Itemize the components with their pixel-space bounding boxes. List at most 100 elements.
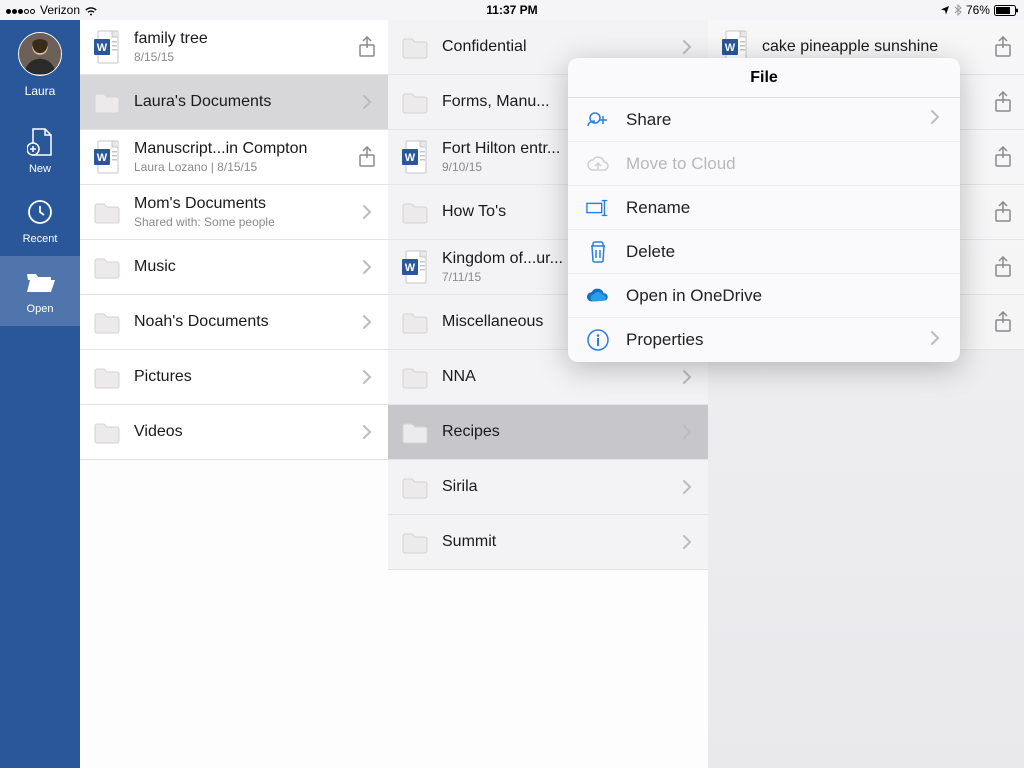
row-title: Laura's Documents	[134, 93, 344, 111]
folder-icon	[92, 417, 122, 447]
file-row[interactable]: Manuscript...in Compton Laura Lozano | 8/…	[80, 130, 388, 185]
share-button[interactable]	[992, 256, 1014, 278]
folder-row[interactable]: Noah's Documents	[80, 295, 388, 350]
row-title: Music	[134, 258, 344, 276]
folder-icon	[400, 362, 430, 392]
folder-row[interactable]: Sirila	[388, 460, 708, 515]
popover-item-share[interactable]: Share	[568, 98, 960, 142]
folder-row[interactable]: Videos	[80, 405, 388, 460]
share-button[interactable]	[992, 91, 1014, 113]
popover-item-label: Rename	[626, 198, 942, 218]
chevron-right-icon	[930, 109, 942, 130]
status-bar: Verizon 11:37 PM 76%	[0, 0, 1024, 20]
folder-row[interactable]: Pictures	[80, 350, 388, 405]
share-button[interactable]	[356, 36, 378, 58]
chevron-right-icon	[676, 366, 698, 388]
folder-icon	[92, 252, 122, 282]
row-title: Sirila	[442, 478, 664, 496]
folder-row[interactable]: Summit	[388, 515, 708, 570]
row-subtitle: 8/15/15	[134, 50, 344, 64]
onedrive-icon	[586, 284, 610, 308]
word-doc-icon	[92, 32, 122, 62]
nav-open-label: Open	[27, 303, 54, 315]
folder-row[interactable]: Mom's Documents Shared with: Some people	[80, 185, 388, 240]
row-title: NNA	[442, 368, 664, 386]
row-subtitle: Shared with: Some people	[134, 215, 344, 229]
chevron-right-icon	[676, 36, 698, 58]
folder-icon	[92, 197, 122, 227]
popover-item-onedrive[interactable]: Open in OneDrive	[568, 274, 960, 318]
folder-row[interactable]: Recipes	[388, 405, 708, 460]
folder-row[interactable]: Music	[80, 240, 388, 295]
wifi-icon	[84, 5, 98, 16]
chevron-right-icon	[356, 366, 378, 388]
word-doc-icon	[400, 252, 430, 282]
popover-item-rename[interactable]: Rename	[568, 186, 960, 230]
popover-item-label: Open in OneDrive	[626, 286, 942, 306]
folder-icon	[400, 417, 430, 447]
new-doc-icon	[25, 127, 55, 157]
folder-icon	[400, 527, 430, 557]
folder-icon	[400, 307, 430, 337]
chevron-right-icon	[356, 91, 378, 113]
clock: 11:37 PM	[343, 3, 680, 17]
share-button[interactable]	[992, 146, 1014, 168]
popover-item-label: Move to Cloud	[626, 154, 942, 174]
battery-percent: 76%	[966, 3, 990, 17]
row-title: Recipes	[442, 423, 664, 441]
row-subtitle: Laura Lozano | 8/15/15	[134, 160, 344, 174]
popover-item-label: Delete	[626, 242, 942, 262]
share-button[interactable]	[992, 311, 1014, 333]
popover-arrow	[958, 208, 960, 228]
column-1: family tree8/15/15 Laura's Documents Manus…	[80, 20, 388, 768]
share-button[interactable]	[992, 201, 1014, 223]
rename-icon	[586, 196, 610, 220]
chevron-right-icon	[356, 256, 378, 278]
popover-item-delete[interactable]: Delete	[568, 230, 960, 274]
word-doc-icon	[92, 142, 122, 172]
chevron-right-icon	[356, 311, 378, 333]
share-button[interactable]	[356, 146, 378, 168]
chevron-right-icon	[356, 201, 378, 223]
nav-open[interactable]: Open	[0, 256, 80, 326]
bluetooth-icon	[954, 4, 962, 16]
nav-new-label: New	[29, 163, 51, 175]
folder-row[interactable]: Laura's Documents	[80, 75, 388, 130]
user-name[interactable]: Laura	[25, 84, 56, 98]
sidebar: Laura New Recent Open	[0, 20, 80, 768]
avatar[interactable]	[18, 32, 62, 76]
folder-icon	[400, 197, 430, 227]
chevron-right-icon	[930, 330, 942, 351]
folder-icon	[400, 87, 430, 117]
open-folder-icon	[25, 267, 55, 297]
nav-recent[interactable]: Recent	[0, 186, 80, 256]
nav-new[interactable]: New	[0, 116, 80, 186]
share-button[interactable]	[992, 36, 1014, 58]
folder-icon	[400, 32, 430, 62]
battery-icon	[994, 5, 1018, 16]
row-title: Noah's Documents	[134, 313, 344, 331]
chevron-right-icon	[676, 531, 698, 553]
word-doc-icon	[400, 142, 430, 172]
location-icon	[940, 5, 950, 15]
info-icon	[586, 328, 610, 352]
file-row[interactable]: family tree8/15/15	[80, 20, 388, 75]
share-icon	[586, 108, 610, 132]
carrier-label: Verizon	[40, 3, 80, 17]
row-title: Mom's Documents	[134, 195, 344, 213]
row-title: Summit	[442, 533, 664, 551]
popover-item-cloud: Move to Cloud	[568, 142, 960, 186]
row-title: cake pineapple sunshine	[762, 38, 980, 56]
popover-item-label: Share	[626, 110, 914, 130]
row-title: Confidential	[442, 38, 664, 56]
clock-icon	[25, 197, 55, 227]
popover-item-info[interactable]: Properties	[568, 318, 960, 362]
folder-icon	[92, 362, 122, 392]
chevron-right-icon	[356, 421, 378, 443]
row-title: Manuscript...in Compton	[134, 140, 344, 158]
cloud-icon	[586, 152, 610, 176]
popover-title: File	[568, 58, 960, 98]
chevron-right-icon	[676, 476, 698, 498]
file-popover: File Share Move to Cloud Rename Delete Open …	[568, 58, 960, 362]
folder-icon	[400, 472, 430, 502]
